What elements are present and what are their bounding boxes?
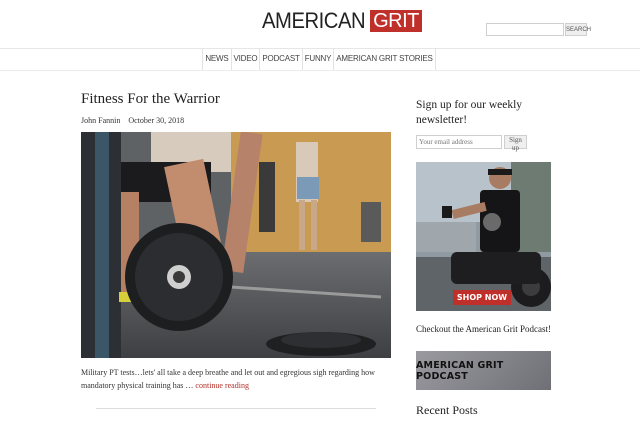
email-field[interactable] [416,135,502,149]
nav-item-video[interactable]: VIDEO [230,48,260,70]
post-divider [96,408,376,409]
podcast-heading: Checkout the American Grit Podcast! [416,324,551,334]
shop-now-button[interactable]: SHOP NOW [453,290,511,305]
post-date: October 30, 2018 [128,116,185,125]
recent-posts-title: Recent Posts [416,403,478,417]
search-input[interactable] [486,23,564,36]
nav-item-funny[interactable]: FUNNY [301,48,334,70]
newsletter-form: Sign up [416,135,527,152]
rider-photo [416,162,551,311]
podcast-banner-text: AMERICAN GRIT PODCAST [416,359,504,382]
nav-item-american-grit-stories[interactable]: AMERICAN GRIT STORIES [333,48,436,70]
nav-item-podcast[interactable]: PODCAST [259,48,301,70]
podcast-banner[interactable]: AMERICAN GRIT PODCAST [416,351,551,390]
gym-photo [81,132,391,358]
site-logo[interactable]: AMERICAN GRIT [262,9,422,33]
signup-button[interactable]: Sign up [504,135,527,152]
logo-text-american: AMERICAN [262,8,366,33]
search-button[interactable]: SEARCH [565,23,591,36]
shop-ad-banner[interactable]: SHOP NOW [416,162,551,311]
post-author[interactable]: John Fannin [81,116,120,125]
post-meta: John Fannin October 30, 2018 [81,116,184,125]
logo-text-grit: GRIT [370,10,422,32]
site-header: AMERICAN GRIT SEARCH [0,0,640,49]
main-nav: NEWS VIDEO PODCAST FUNNY AMERICAN GRIT S… [0,48,640,71]
search-form: SEARCH [486,23,591,36]
post-excerpt: Military PT tests…lets' all take a deep … [81,366,396,392]
post-featured-image[interactable] [81,132,391,358]
nav-item-news[interactable]: NEWS [202,48,230,70]
continue-reading-link[interactable]: continue reading [195,381,249,390]
newsletter-title: Sign up for our weekly newsletter! [416,99,523,126]
post-title[interactable]: Fitness For the Warrior [81,91,220,108]
